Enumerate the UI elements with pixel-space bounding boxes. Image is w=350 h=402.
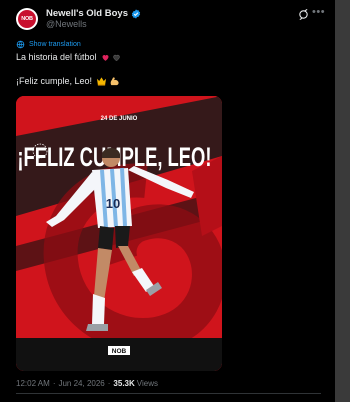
crown-icon (96, 77, 107, 86)
post-time[interactable]: 12:02 AM (16, 379, 50, 388)
post-text-line-1: La historia del fútbol (16, 52, 121, 62)
name-row: Newell's Old Boys (46, 8, 141, 19)
divider (16, 393, 321, 394)
post-media-image[interactable]: 24 DE JUNIO ¡FELIZ CUMPLE, LEO! 10 NOB (16, 96, 222, 371)
display-name[interactable]: Newell's Old Boys (46, 8, 128, 19)
avatar[interactable]: NOB (16, 8, 38, 30)
meta-separator-2: · (107, 379, 111, 388)
avatar-logo: NOB (18, 10, 36, 28)
black-heart-icon (112, 54, 120, 61)
post-header: NOB Newell's Old Boys @Newells (16, 8, 326, 30)
more-options-icon[interactable]: ••• (312, 6, 325, 18)
jersey-number: 10 (106, 196, 120, 211)
meta-separator: · (52, 379, 56, 388)
post-card: NOB Newell's Old Boys @Newells ••• Show … (0, 0, 335, 402)
views-count: 35.3K (113, 379, 135, 388)
post-date[interactable]: Jun 24, 2026 (58, 379, 104, 388)
show-translation-link[interactable]: Show translation (16, 40, 81, 49)
post-meta: 12:02 AM · Jun 24, 2026 · 35.3K Views (16, 379, 158, 388)
post-text-line-2: ¡Feliz cumple, Leo! (16, 76, 120, 86)
flexed-biceps-icon (110, 77, 119, 86)
media-date: 24 DE JUNIO (101, 116, 138, 122)
handle[interactable]: @Newells (46, 19, 141, 30)
media-badge: NOB (112, 348, 127, 355)
views-label: Views (136, 379, 158, 388)
author-names: Newell's Old Boys @Newells (46, 8, 141, 30)
grok-icon[interactable] (298, 9, 309, 20)
post-text-line-1-label: La historia del fútbol (16, 52, 97, 62)
translate-icon (16, 40, 25, 49)
red-heart-icon (102, 54, 109, 61)
verified-badge-icon (131, 8, 141, 19)
page-scroll-area[interactable] (335, 0, 350, 402)
birthday-graphic: 24 DE JUNIO ¡FELIZ CUMPLE, LEO! 10 NOB (16, 96, 222, 371)
show-translation-label: Show translation (29, 41, 81, 48)
post-text-line-2-label: ¡Feliz cumple, Leo! (16, 76, 93, 86)
